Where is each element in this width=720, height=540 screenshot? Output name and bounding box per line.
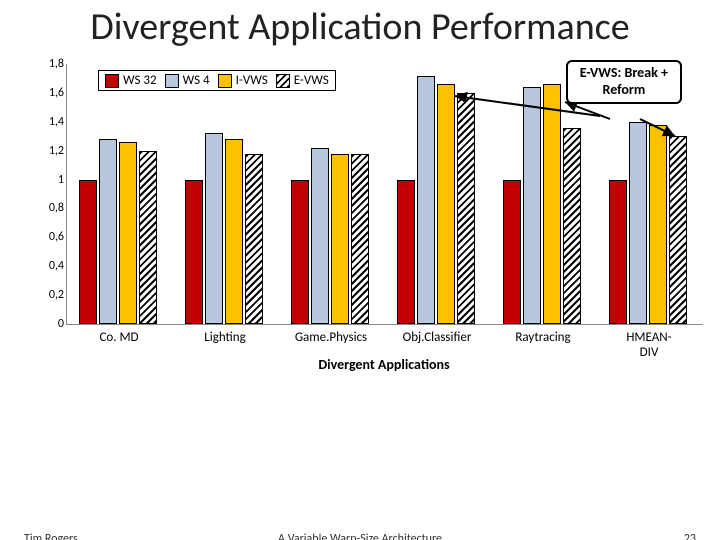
bar-ws4 <box>311 148 329 324</box>
x-categories: Co. MD Lighting Game.Physics Obj.Classifier… <box>66 330 702 348</box>
bar-evws <box>669 136 687 324</box>
bar-ws4 <box>417 76 435 324</box>
y-tick: 1,4 <box>49 117 64 127</box>
bar-ivws <box>225 139 243 324</box>
bar-evws <box>139 151 157 324</box>
bar-ws32 <box>397 180 415 324</box>
bar-ivws <box>119 142 137 324</box>
y-tick: 0,8 <box>49 203 64 213</box>
x-axis-label: Divergent Applications <box>66 356 702 373</box>
x-category-label: Co. MD <box>99 330 138 345</box>
y-tick: 0 <box>58 319 64 329</box>
callout-evws: E-VWS: Break + Reform <box>566 60 682 104</box>
footer-page: 23 <box>684 532 696 540</box>
bar-ivws <box>649 125 667 324</box>
bar-ivws <box>543 84 561 324</box>
bar-ws32 <box>503 180 521 324</box>
bar-evws <box>245 154 263 324</box>
slide: Divergent Application Performance E-VWS:… <box>0 0 720 540</box>
page-title: Divergent Application Performance <box>0 4 720 50</box>
bar-ws32 <box>291 180 309 324</box>
bar-ivws <box>437 84 455 324</box>
y-tick: 0,2 <box>49 290 64 300</box>
x-category-label: Game.Physics <box>295 330 367 345</box>
x-category-label: Raytracing <box>515 330 570 345</box>
bar-ws4 <box>523 87 541 324</box>
y-tick: 1 <box>58 175 64 185</box>
y-tick: 0,4 <box>49 261 64 271</box>
y-tick: 1,6 <box>49 88 64 98</box>
y-tick: 1,8 <box>49 59 64 69</box>
footer-title: A Variable Warp-Size Architecture <box>0 532 720 540</box>
bar-ws32 <box>185 180 203 324</box>
bar-evws <box>563 128 581 324</box>
chart: IPC normalized to warp size 32 00,20,40,… <box>10 64 710 444</box>
y-tick: 1,2 <box>49 146 64 156</box>
bar-evws <box>457 93 475 324</box>
x-category-label: Lighting <box>204 330 245 345</box>
bar-ws32 <box>79 180 97 324</box>
y-axis: 00,20,40,60,811,21,41,61,8 <box>36 64 64 324</box>
bar-ws4 <box>99 139 117 324</box>
bar-ws4 <box>205 133 223 324</box>
y-tick: 0,6 <box>49 232 64 242</box>
bar-evws <box>351 154 369 324</box>
bar-ws32 <box>609 180 627 324</box>
bar-ivws <box>331 154 349 324</box>
bar-ws4 <box>629 122 647 324</box>
callout-line1: E-VWS: Break + <box>580 65 668 82</box>
callout-line2: Reform <box>580 82 668 99</box>
x-category-label: Obj.Classifier <box>403 330 472 345</box>
